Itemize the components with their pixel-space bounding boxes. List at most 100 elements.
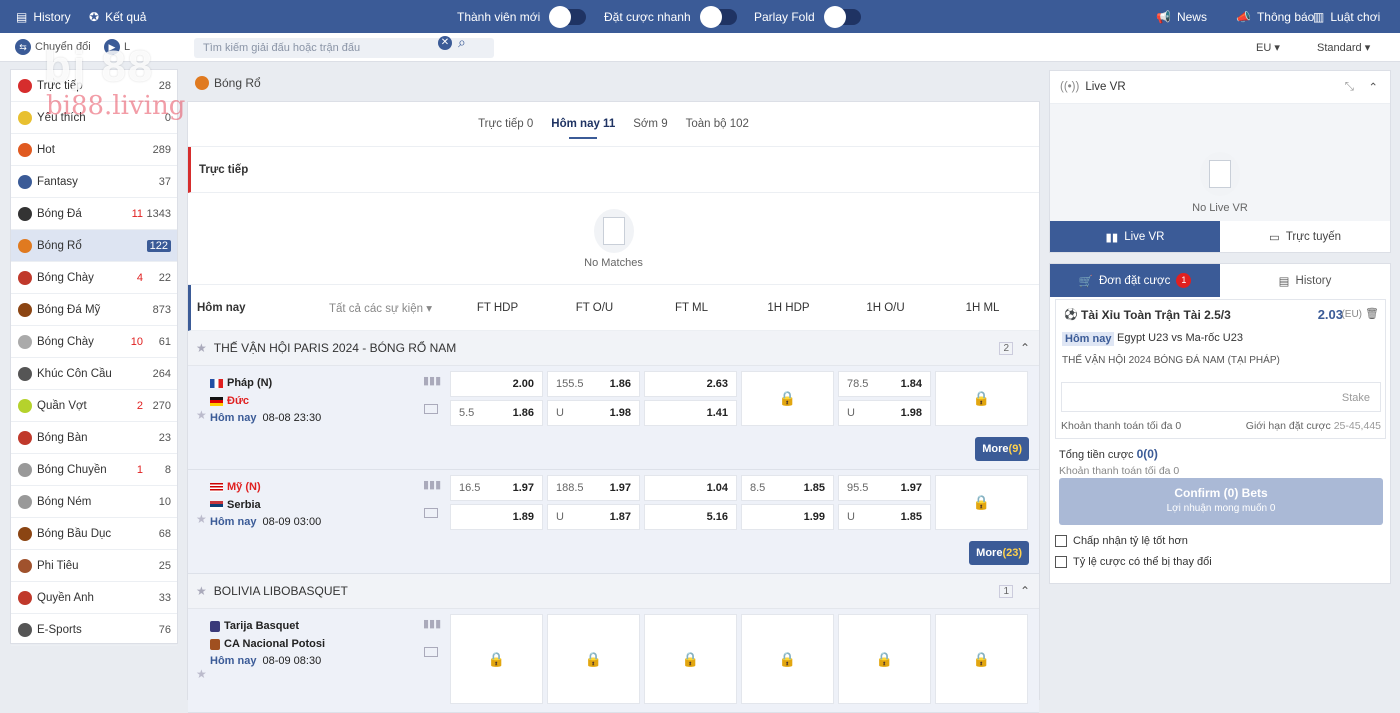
sidebar-item[interactable]: Fantasy 37: [11, 166, 177, 198]
confirm-bets-button[interactable]: Confirm (0) Bets Lợi nhuận mong muốn 0: [1059, 478, 1383, 525]
lock-icon: 🔒: [487, 650, 506, 667]
view-select[interactable]: Standard ▾: [1317, 41, 1370, 54]
odds-cell[interactable]: 5.5 1.86: [450, 400, 543, 426]
history-link[interactable]: ▤ History: [16, 10, 71, 24]
odds: 1.85: [803, 482, 825, 494]
sidebar-item[interactable]: Bóng Bầu Dục 68: [11, 518, 177, 550]
stats-icon[interactable]: ▮▮▮: [423, 374, 441, 387]
stats-icon[interactable]: ▮▮▮: [423, 617, 441, 630]
odds-cell[interactable]: 2.00: [450, 371, 543, 397]
sidebar-item-label: Bóng Bầu Dục: [37, 527, 112, 540]
handicap: 95.5: [847, 482, 869, 494]
clear-icon[interactable]: ✕: [438, 36, 452, 50]
odds-cell[interactable]: 155.5 1.86: [547, 371, 640, 397]
sidebar-item[interactable]: Bóng Chày 4 22: [11, 262, 177, 294]
chevron-up-icon[interactable]: ⌃: [1020, 584, 1030, 598]
league-header[interactable]: ★ BOLIVIA LIBOBASQUET 1 ⌃: [188, 574, 1039, 609]
bet-match: Egypt U23 vs Ma-rốc U23: [1117, 332, 1243, 344]
sidebar-item[interactable]: Hot 289: [11, 134, 177, 166]
sidebar-item[interactable]: Bóng Chuyền 1 8: [11, 454, 177, 486]
tab-history-label: History: [1295, 274, 1332, 287]
odds-cell[interactable]: 1.89: [450, 504, 543, 530]
accept-better-odds-checkbox[interactable]: Chấp nhận tỷ lệ tốt hơn: [1055, 535, 1188, 547]
parlay-fold-switch[interactable]: [823, 5, 861, 28]
star-icon[interactable]: ★: [196, 408, 207, 422]
all-events-select[interactable]: Tất cả các sự kiện ▾: [329, 301, 449, 315]
trash-icon[interactable]: 🗑: [1365, 307, 1379, 320]
tab-early[interactable]: Sớm 9: [633, 118, 667, 130]
tab-online[interactable]: ▭ Trực tuyến: [1220, 221, 1390, 252]
sidebar-item[interactable]: Quyền Anh 33: [11, 582, 177, 614]
star-icon[interactable]: ★: [196, 667, 207, 681]
news-link[interactable]: 📢 News: [1156, 10, 1207, 24]
handicap: U: [556, 407, 564, 419]
sidebar-item[interactable]: Bóng Rổ 122: [11, 230, 177, 262]
tab-live[interactable]: Trực tiếp 0: [478, 118, 533, 130]
star-icon[interactable]: ★: [196, 584, 207, 598]
chevron-up-icon[interactable]: ⌃: [1020, 341, 1030, 355]
odds-cell[interactable]: 95.5 1.97: [838, 475, 931, 501]
odds-cell[interactable]: 1.04: [644, 475, 737, 501]
results-link[interactable]: ✪ Kết quả: [89, 10, 146, 24]
bet-slip-tabs: 🛒 Đơn đặt cược 1 ▤ History: [1050, 264, 1390, 297]
locked-cell: 🔒: [741, 614, 834, 704]
bet-card: ⚽ Tài Xỉu Toàn Trận Tài 2.5/3 2.03 (EU) …: [1055, 299, 1386, 439]
tab-history[interactable]: ▤ History: [1220, 264, 1390, 297]
parlay-fold-toggle[interactable]: Parlay Fold: [754, 5, 861, 28]
tv-icon[interactable]: [424, 508, 438, 518]
odds-cell[interactable]: 188.5 1.97: [547, 475, 640, 501]
stats-icon[interactable]: ▮▮▮: [423, 478, 441, 491]
star-icon[interactable]: ★: [196, 341, 207, 355]
tab-bet-orders[interactable]: 🛒 Đơn đặt cược 1: [1050, 264, 1220, 297]
tab-live-vr[interactable]: ▮▮ Live VR: [1050, 221, 1220, 252]
no-matches-text: No Matches: [584, 256, 643, 269]
handicap: 8.5: [750, 482, 766, 494]
quick-bet-toggle[interactable]: Đặt cược nhanh: [604, 5, 737, 28]
league-header[interactable]: ★ THẾ VẬN HỘI PARIS 2024 - BÓNG RỔ NAM 2…: [188, 331, 1039, 366]
chevron-up-icon[interactable]: ⌃: [1368, 80, 1378, 94]
sidebar-item[interactable]: Bóng Đá 11 1343: [11, 198, 177, 230]
notice-link[interactable]: 📣 Thông báo: [1236, 10, 1314, 24]
odds-cell[interactable]: 78.5 1.84: [838, 371, 931, 397]
more-count: (23): [1002, 547, 1022, 559]
odds-cell[interactable]: U 1.87: [547, 504, 640, 530]
sidebar-item[interactable]: Bóng Bàn 23: [11, 422, 177, 454]
odds: 1.04: [706, 482, 728, 494]
rules-link[interactable]: ▥ Luật chơi: [1313, 10, 1380, 24]
sidebar-item[interactable]: Bóng Ném 10: [11, 486, 177, 518]
new-member-switch[interactable]: [549, 5, 587, 28]
star-icon[interactable]: ★: [196, 512, 207, 526]
sidebar-item-label: Quyền Anh: [37, 591, 94, 604]
new-member-toggle[interactable]: Thành viên mới: [457, 5, 587, 28]
sidebar-item[interactable]: E-Sports 76: [11, 614, 177, 646]
odds-format-select[interactable]: EU ▾: [1256, 41, 1280, 54]
sport-icon: [18, 270, 32, 285]
odds-cell[interactable]: 8.5 1.85: [741, 475, 834, 501]
odds-cell[interactable]: U 1.98: [547, 400, 640, 426]
odds-cell[interactable]: 16.5 1.97: [450, 475, 543, 501]
search-icon[interactable]: ⌕: [458, 34, 466, 51]
1h-hdp-col: 🔒: [741, 614, 834, 704]
odds-cell[interactable]: U 1.98: [838, 400, 931, 426]
tv-icon[interactable]: [424, 404, 438, 414]
quick-bet-switch[interactable]: [699, 5, 737, 28]
sidebar-item[interactable]: Bóng Chày 10 61: [11, 326, 177, 358]
odds-cell[interactable]: 1.99: [741, 504, 834, 530]
tv-icon[interactable]: [424, 647, 438, 657]
collapse-arrows-icon[interactable]: ⤡: [1345, 81, 1354, 94]
odds-cell[interactable]: U 1.85: [838, 504, 931, 530]
more-button[interactable]: More(23): [969, 541, 1029, 565]
odds-cell[interactable]: 1.41: [644, 400, 737, 426]
sidebar-item[interactable]: Quần Vợt 2 270: [11, 390, 177, 422]
sidebar-item[interactable]: Khúc Côn Cầu 264: [11, 358, 177, 390]
sidebar-item[interactable]: Bóng Đá Mỹ 873: [11, 294, 177, 326]
odds-cell[interactable]: 5.16: [644, 504, 737, 530]
more-button[interactable]: More(9): [975, 437, 1029, 461]
odds-cell[interactable]: 2.63: [644, 371, 737, 397]
tab-all[interactable]: Toàn bộ 102: [686, 118, 749, 130]
tab-today[interactable]: Hôm nay 11: [551, 118, 615, 139]
sidebar-item-label: Hot: [37, 143, 55, 156]
odds-change-checkbox[interactable]: Tỷ lệ cược có thể bị thay đổi: [1055, 556, 1212, 568]
stake-input[interactable]: Stake: [1061, 382, 1381, 412]
sidebar-item[interactable]: Phi Tiêu 25: [11, 550, 177, 582]
